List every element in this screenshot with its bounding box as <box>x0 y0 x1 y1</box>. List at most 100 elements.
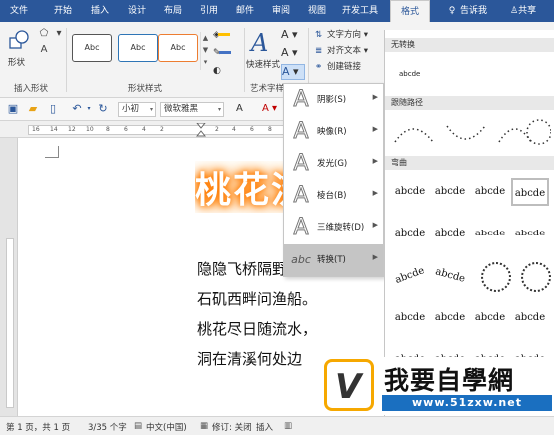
effects-icon: ◐ <box>213 66 221 76</box>
watermark-title: 我要自學網 <box>384 366 515 395</box>
open-folder-icon[interactable]: ▰ <box>26 102 40 116</box>
shape-effects-button[interactable]: ◐ <box>213 64 221 78</box>
poem-line[interactable]: 石矶西畔问渔船。 <box>197 289 317 309</box>
menu-item-bevel[interactable]: A 棱台(B) ▶ <box>284 180 383 212</box>
warp-option-circle[interactable] <box>481 262 511 292</box>
track-changes-status[interactable]: 修订: 关闭 <box>212 421 252 433</box>
text-effects-button[interactable]: A ▾ <box>281 64 305 80</box>
quick-styles-icon[interactable]: A <box>251 30 271 56</box>
text-outline-icon: A <box>281 46 289 59</box>
warp-heading: 弯曲 <box>385 156 554 170</box>
shape-fill-button[interactable]: ◈ <box>213 28 230 42</box>
bevel-effect-icon: A <box>293 183 309 209</box>
shape-style-blue[interactable]: Abc <box>118 34 158 62</box>
tab-developer[interactable]: 开发工具 <box>338 0 382 22</box>
create-link-button[interactable]: ⚭ 创建链接 <box>315 60 361 74</box>
text-direction-icon: ⇅ <box>315 30 323 40</box>
shadow-effect-icon: A <box>293 87 309 113</box>
warp-option[interactable]: abcde <box>428 258 472 295</box>
tab-format[interactable]: 格式 <box>390 0 430 24</box>
menu-item-glow[interactable]: A 发光(G) ▶ <box>284 148 383 180</box>
new-document-icon[interactable]: ▯ <box>46 102 60 116</box>
warp-option[interactable]: abcde <box>391 304 429 332</box>
tab-file[interactable]: 文件 <box>4 0 34 22</box>
ruler-tick-label: 2 <box>160 126 164 133</box>
indent-marker-icon[interactable] <box>196 123 206 137</box>
dropdown-arrow-icon[interactable]: ▾ <box>52 28 66 40</box>
style-gallery-scroll[interactable]: ▲ ▼ ▾ <box>200 32 210 70</box>
shape-style-orange[interactable]: Abc <box>158 34 198 62</box>
align-text-button[interactable]: ≣ 对齐文本 ▾ <box>315 44 368 58</box>
word-count[interactable]: 3/35 个字 <box>88 421 127 433</box>
poem-line[interactable]: 桃花尽日随流水， <box>197 319 317 339</box>
tab-design[interactable]: 设计 <box>122 0 152 22</box>
warp-option[interactable]: abcde <box>431 178 469 206</box>
fill-color-bar <box>217 33 230 36</box>
edit-shape-icon[interactable]: ⬠ <box>37 28 51 40</box>
warp-option[interactable]: abcde <box>471 226 509 243</box>
ruler-tick-label: 8 <box>268 126 272 133</box>
warp-option[interactable]: abcde <box>511 304 549 332</box>
menu-item-3d-rotation[interactable]: A 三维旋转(D) ▶ <box>284 212 383 244</box>
text-box-icon[interactable]: A <box>37 44 51 56</box>
follow-path-options[interactable] <box>389 112 551 156</box>
tab-layout[interactable]: 布局 <box>158 0 188 22</box>
undo-dropdown-icon[interactable]: ▾ <box>82 102 96 116</box>
poem-line[interactable]: 洞在清溪何处边 <box>197 349 302 369</box>
warp-option[interactable]: abcde <box>391 178 429 206</box>
grow-font-icon[interactable]: A <box>236 102 243 116</box>
page-count[interactable]: 第 1 页，共 1 页 <box>6 421 70 433</box>
shape-outline-button[interactable]: ✎ <box>213 46 231 60</box>
person-icon: ♙ <box>510 6 519 16</box>
warp-option-button[interactable] <box>521 262 551 292</box>
group-shape-styles-label: 形状样式 <box>128 84 163 94</box>
macro-icon[interactable]: ▦ <box>200 421 208 431</box>
warp-option[interactable]: abcde <box>511 226 549 243</box>
share-button[interactable]: ♙共享 <box>510 0 536 22</box>
warp-option[interactable]: abcde <box>431 304 469 332</box>
reflection-effect-icon: A <box>293 119 309 145</box>
group-divider <box>244 28 245 92</box>
insert-mode[interactable]: 插入 <box>256 421 273 433</box>
tab-insert[interactable]: 插入 <box>85 0 115 22</box>
text-direction-button[interactable]: ⇅ 文字方向 ▾ <box>315 28 368 42</box>
language-indicator[interactable]: 中文(中国) <box>146 421 187 433</box>
warp-option[interactable]: abcde <box>391 220 429 248</box>
text-outline-button[interactable]: A ▾ <box>281 46 305 62</box>
site-logo-icon: V <box>324 359 374 411</box>
text-fill-button[interactable]: A ▾ <box>281 28 305 44</box>
submenu-arrow-icon: ▶ <box>372 157 378 165</box>
tab-references[interactable]: 引用 <box>194 0 224 22</box>
shape-style-gray[interactable]: Abc <box>72 34 112 62</box>
tab-view[interactable]: 视图 <box>302 0 332 22</box>
warp-option[interactable]: abcde <box>431 220 469 248</box>
transform-effect-icon: abc <box>291 253 311 266</box>
tab-mailings[interactable]: 邮件 <box>230 0 260 22</box>
warp-option-selected[interactable]: abcde <box>511 178 549 206</box>
font-color-icon[interactable]: A ▾ <box>262 102 277 116</box>
view-mode-icon[interactable]: ▥ <box>284 421 292 431</box>
menu-item-reflection[interactable]: A 映像(R) ▶ <box>284 116 383 148</box>
create-link-label: 创建链接 <box>327 62 362 72</box>
tell-me-search[interactable]: ♀ 告诉我 <box>447 0 487 22</box>
warp-option[interactable]: abcde <box>471 178 509 206</box>
tab-home[interactable]: 开始 <box>48 0 78 22</box>
proofing-icon[interactable]: ▤ <box>134 421 142 431</box>
quick-styles-label: 快速样式 <box>246 60 281 70</box>
menu-item-transform[interactable]: abc 转换(T) ▶ <box>284 244 383 276</box>
save-icon[interactable]: ▣ <box>6 102 20 116</box>
menu-item-shadow[interactable]: A 阴影(S) ▶ <box>284 84 383 116</box>
font-size-combo[interactable]: 小初 ▾ <box>118 102 156 117</box>
3d-rotation-effect-icon: A <box>293 215 309 241</box>
redo-icon[interactable]: ↻ <box>96 102 110 116</box>
warp-option[interactable]: abcde <box>471 304 509 332</box>
vertical-ruler[interactable] <box>0 138 18 416</box>
warp-option[interactable]: abcde <box>387 256 432 295</box>
shapes-icon[interactable] <box>8 29 30 51</box>
font-name-combo[interactable]: 微软雅黑 ▾ <box>160 102 224 117</box>
wordart-title[interactable]: 桃花流 <box>195 161 295 213</box>
text-fill-icon: A <box>281 28 289 41</box>
align-text-icon: ≣ <box>315 46 323 56</box>
no-transform-option[interactable]: abcde <box>399 70 420 78</box>
tab-review[interactable]: 审阅 <box>266 0 296 22</box>
